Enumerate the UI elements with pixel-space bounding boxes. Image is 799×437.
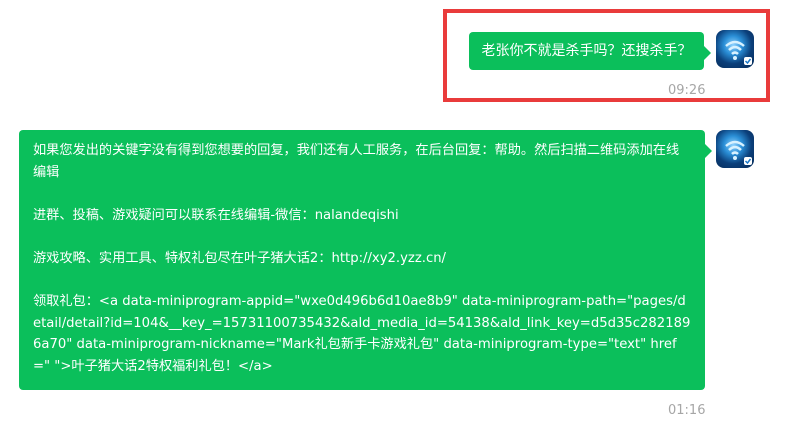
message-2-paragraph-4: 领取礼包：<a data-miniprogram-appid="wxe0d496… (33, 294, 691, 374)
message-bubble-1[interactable]: 老张你不就是杀手吗？还搜杀手？ (469, 32, 711, 70)
timestamp-1: 09:26 (668, 83, 706, 98)
timestamp-2: 01:16 (668, 403, 706, 418)
message-2-paragraph-2: 进群、投稿、游戏疑问可以联系在线编辑-微信：nalandeqishi (33, 207, 399, 223)
wifi-avatar-icon (725, 40, 752, 65)
chat-window: 老张你不就是杀手吗？还搜杀手？ 09:26 如果您发出的关键字没有得到您想要的回… (0, 0, 799, 437)
message-1-text: 老张你不就是杀手吗？还搜杀手？ (481, 43, 692, 59)
message-2-paragraph-3: 游戏攻略、实用工具、特权礼包尽在叶子猪大话2：http://xy2.yzz.cn… (33, 250, 446, 266)
wifi-avatar-icon (725, 140, 752, 165)
avatar[interactable] (716, 30, 754, 68)
message-bubble-2[interactable]: 如果您发出的关键字没有得到您想要的回复，我们还有人工服务，在后台回复：帮助。然后… (19, 130, 712, 390)
avatar[interactable] (716, 130, 754, 168)
message-2-paragraph-1: 如果您发出的关键字没有得到您想要的回复，我们还有人工服务，在后台回复：帮助。然后… (33, 143, 680, 180)
